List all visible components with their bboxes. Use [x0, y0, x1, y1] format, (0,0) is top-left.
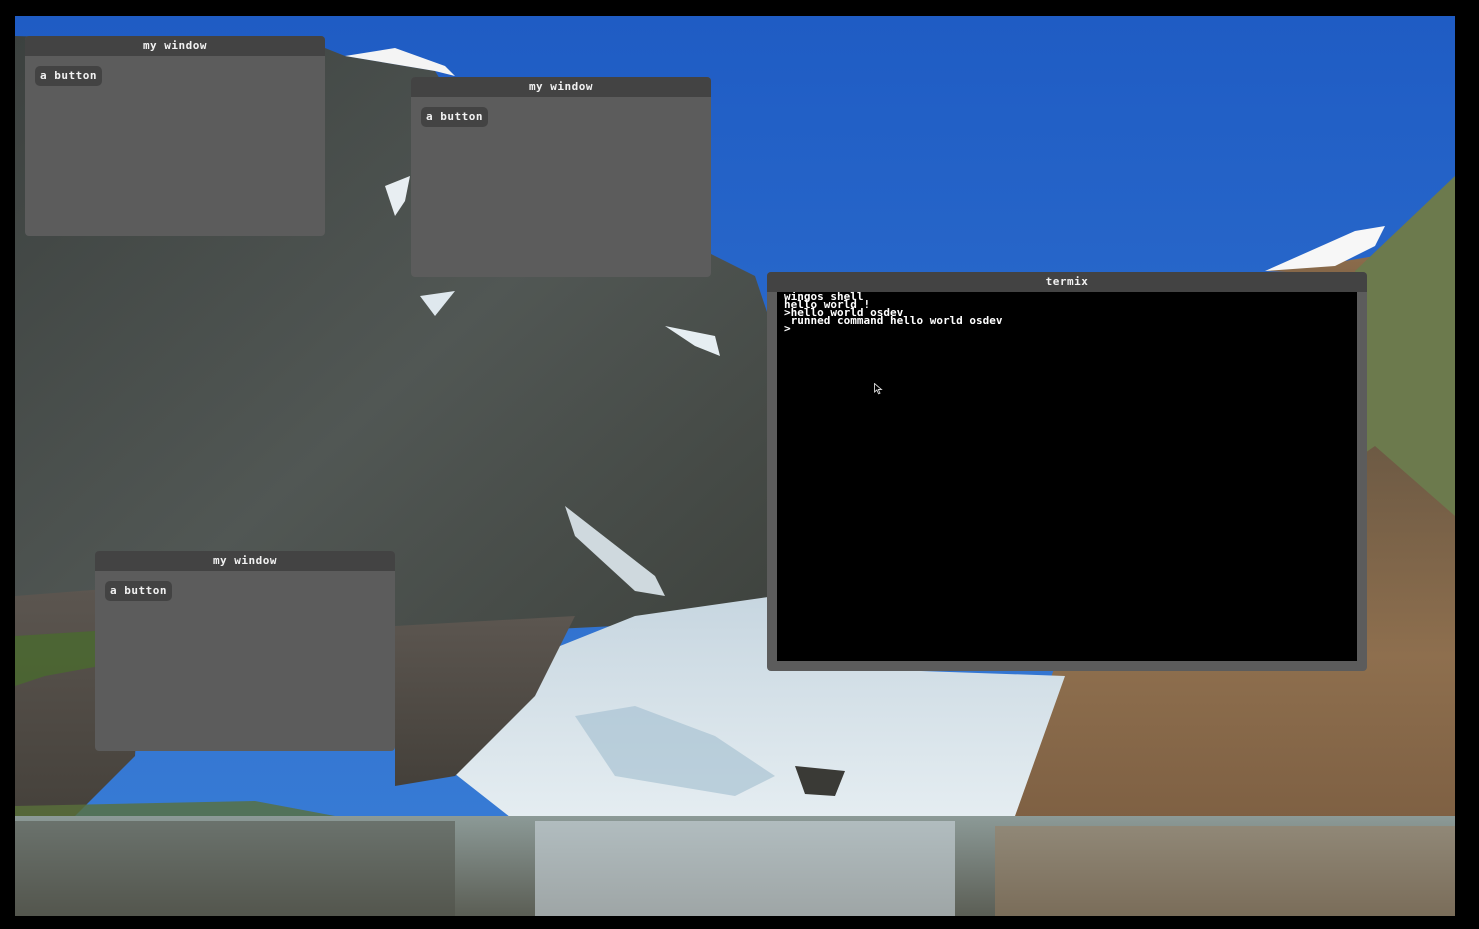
window-title[interactable]: my window: [411, 77, 711, 97]
mouse-pointer-icon: [874, 383, 883, 395]
window-title[interactable]: my window: [25, 36, 325, 56]
a-button[interactable]: a button: [35, 66, 102, 86]
app-window-1[interactable]: my window a button: [25, 36, 325, 236]
terminal-output[interactable]: wingos shell hello world ! >hello world os…: [777, 292, 1357, 661]
a-button[interactable]: a button: [421, 107, 488, 127]
desktop: my window a button my window a button my…: [15, 16, 1455, 916]
app-window-3[interactable]: my window a button: [95, 551, 395, 751]
terminal-title[interactable]: termix: [767, 272, 1367, 292]
terminal-window[interactable]: termix wingos shell hello world ! >hello w…: [767, 272, 1367, 671]
a-button[interactable]: a button: [105, 581, 172, 601]
window-title[interactable]: my window: [95, 551, 395, 571]
terminal-lines: wingos shell hello world ! >hello world os…: [777, 292, 1357, 334]
terminal-line: runned command hello world osdev: [784, 314, 1003, 327]
app-window-2[interactable]: my window a button: [411, 77, 711, 277]
